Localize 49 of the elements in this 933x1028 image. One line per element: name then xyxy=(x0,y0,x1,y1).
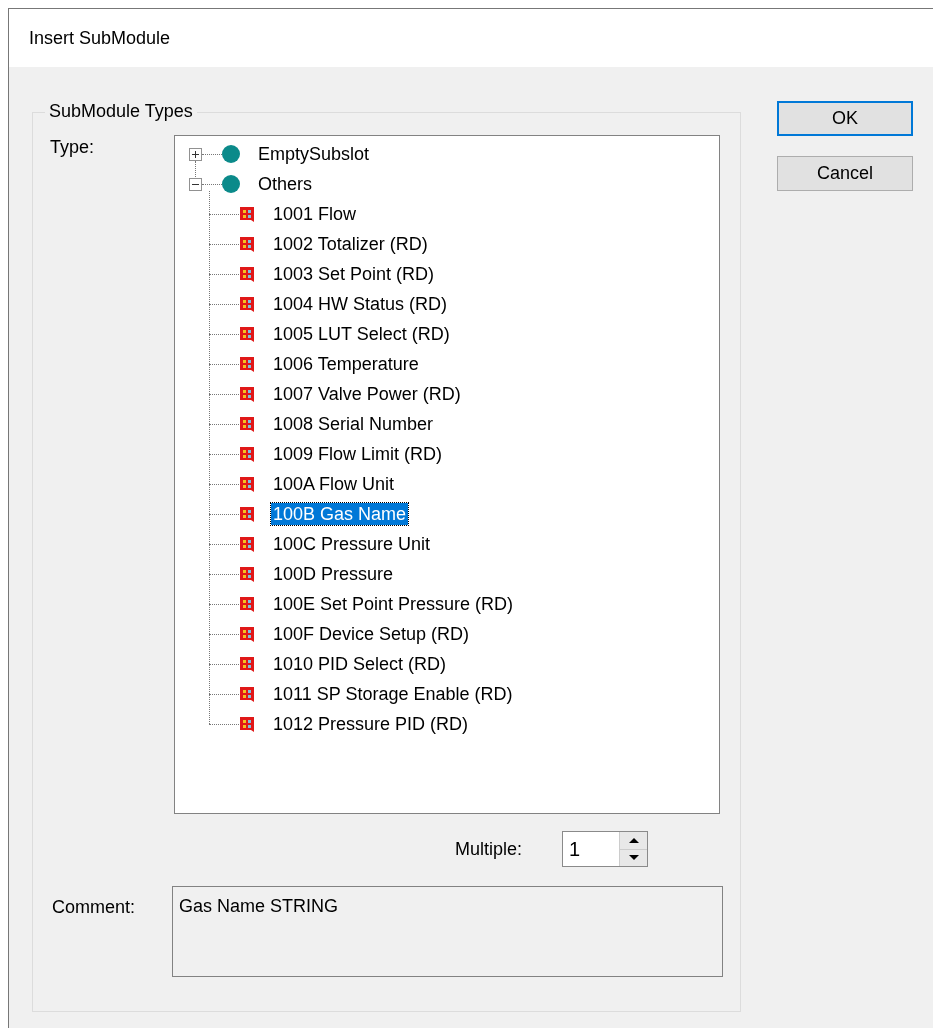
tree-item[interactable]: 1002 Totalizer (RD) xyxy=(271,233,430,255)
tree-item[interactable]: 1005 LUT Select (RD) xyxy=(271,323,452,345)
module-icon xyxy=(239,505,255,523)
dialog-button[interactable]: Cancel xyxy=(777,156,913,191)
module-icon xyxy=(239,205,255,223)
module-icon xyxy=(239,655,255,673)
tree-item[interactable]: 100E Set Point Pressure (RD) xyxy=(271,593,516,615)
multiple-spinner[interactable]: 1 xyxy=(562,831,649,867)
module-icon xyxy=(239,355,255,373)
multiple-label: Multiple: xyxy=(455,837,523,861)
tree-item[interactable]: 100D Pressure xyxy=(271,563,396,585)
module-icon xyxy=(239,235,255,253)
tree-item[interactable]: 1004 HW Status (RD) xyxy=(271,293,450,315)
window-title: Insert SubModule xyxy=(29,26,171,50)
type-label: Type: xyxy=(50,136,96,159)
module-icon xyxy=(239,385,255,403)
module-icon xyxy=(239,595,255,613)
module-icon xyxy=(239,685,255,703)
tree-item[interactable]: 100B Gas Name xyxy=(271,503,409,525)
tree-item[interactable]: 1007 Valve Power (RD) xyxy=(271,383,463,405)
comment-field[interactable]: Gas Name STRING xyxy=(172,886,723,977)
module-icon xyxy=(239,475,255,493)
module-icon xyxy=(239,415,255,433)
expand-icon[interactable] xyxy=(189,147,202,161)
tree-item[interactable]: 1011 SP Storage Enable (RD) xyxy=(271,683,515,705)
tree-item[interactable]: 1012 Pressure PID (RD) xyxy=(271,713,471,735)
tree-item[interactable]: 1003 Set Point (RD) xyxy=(271,263,437,285)
tree-item[interactable]: 1010 PID Select (RD) xyxy=(271,653,449,675)
tree-item[interactable]: 100F Device Setup (RD) xyxy=(271,623,472,645)
tree-item[interactable]: Others xyxy=(256,173,315,195)
tree-item[interactable]: EmptySubslot xyxy=(256,143,372,165)
module-icon xyxy=(239,445,255,463)
module-icon xyxy=(239,565,255,583)
module-icon xyxy=(239,325,255,343)
dialog-button[interactable]: OK xyxy=(777,101,913,136)
tree-view[interactable] xyxy=(174,135,720,814)
module-icon xyxy=(239,715,255,733)
module-icon xyxy=(239,265,255,283)
tree-item[interactable]: 1001 Flow xyxy=(271,203,359,225)
collapse-icon[interactable] xyxy=(189,177,202,191)
module-icon xyxy=(239,295,255,313)
tree-item[interactable]: 1006 Temperature xyxy=(271,353,421,375)
tree-item[interactable]: 100A Flow Unit xyxy=(271,473,397,495)
module-icon xyxy=(239,625,255,643)
module-icon xyxy=(239,535,255,553)
tree-item[interactable]: 1008 Serial Number xyxy=(271,413,436,435)
comment-label: Comment: xyxy=(52,896,137,919)
tree-item[interactable]: 100C Pressure Unit xyxy=(271,533,433,555)
tree-item[interactable]: 1009 Flow Limit (RD) xyxy=(271,443,445,465)
